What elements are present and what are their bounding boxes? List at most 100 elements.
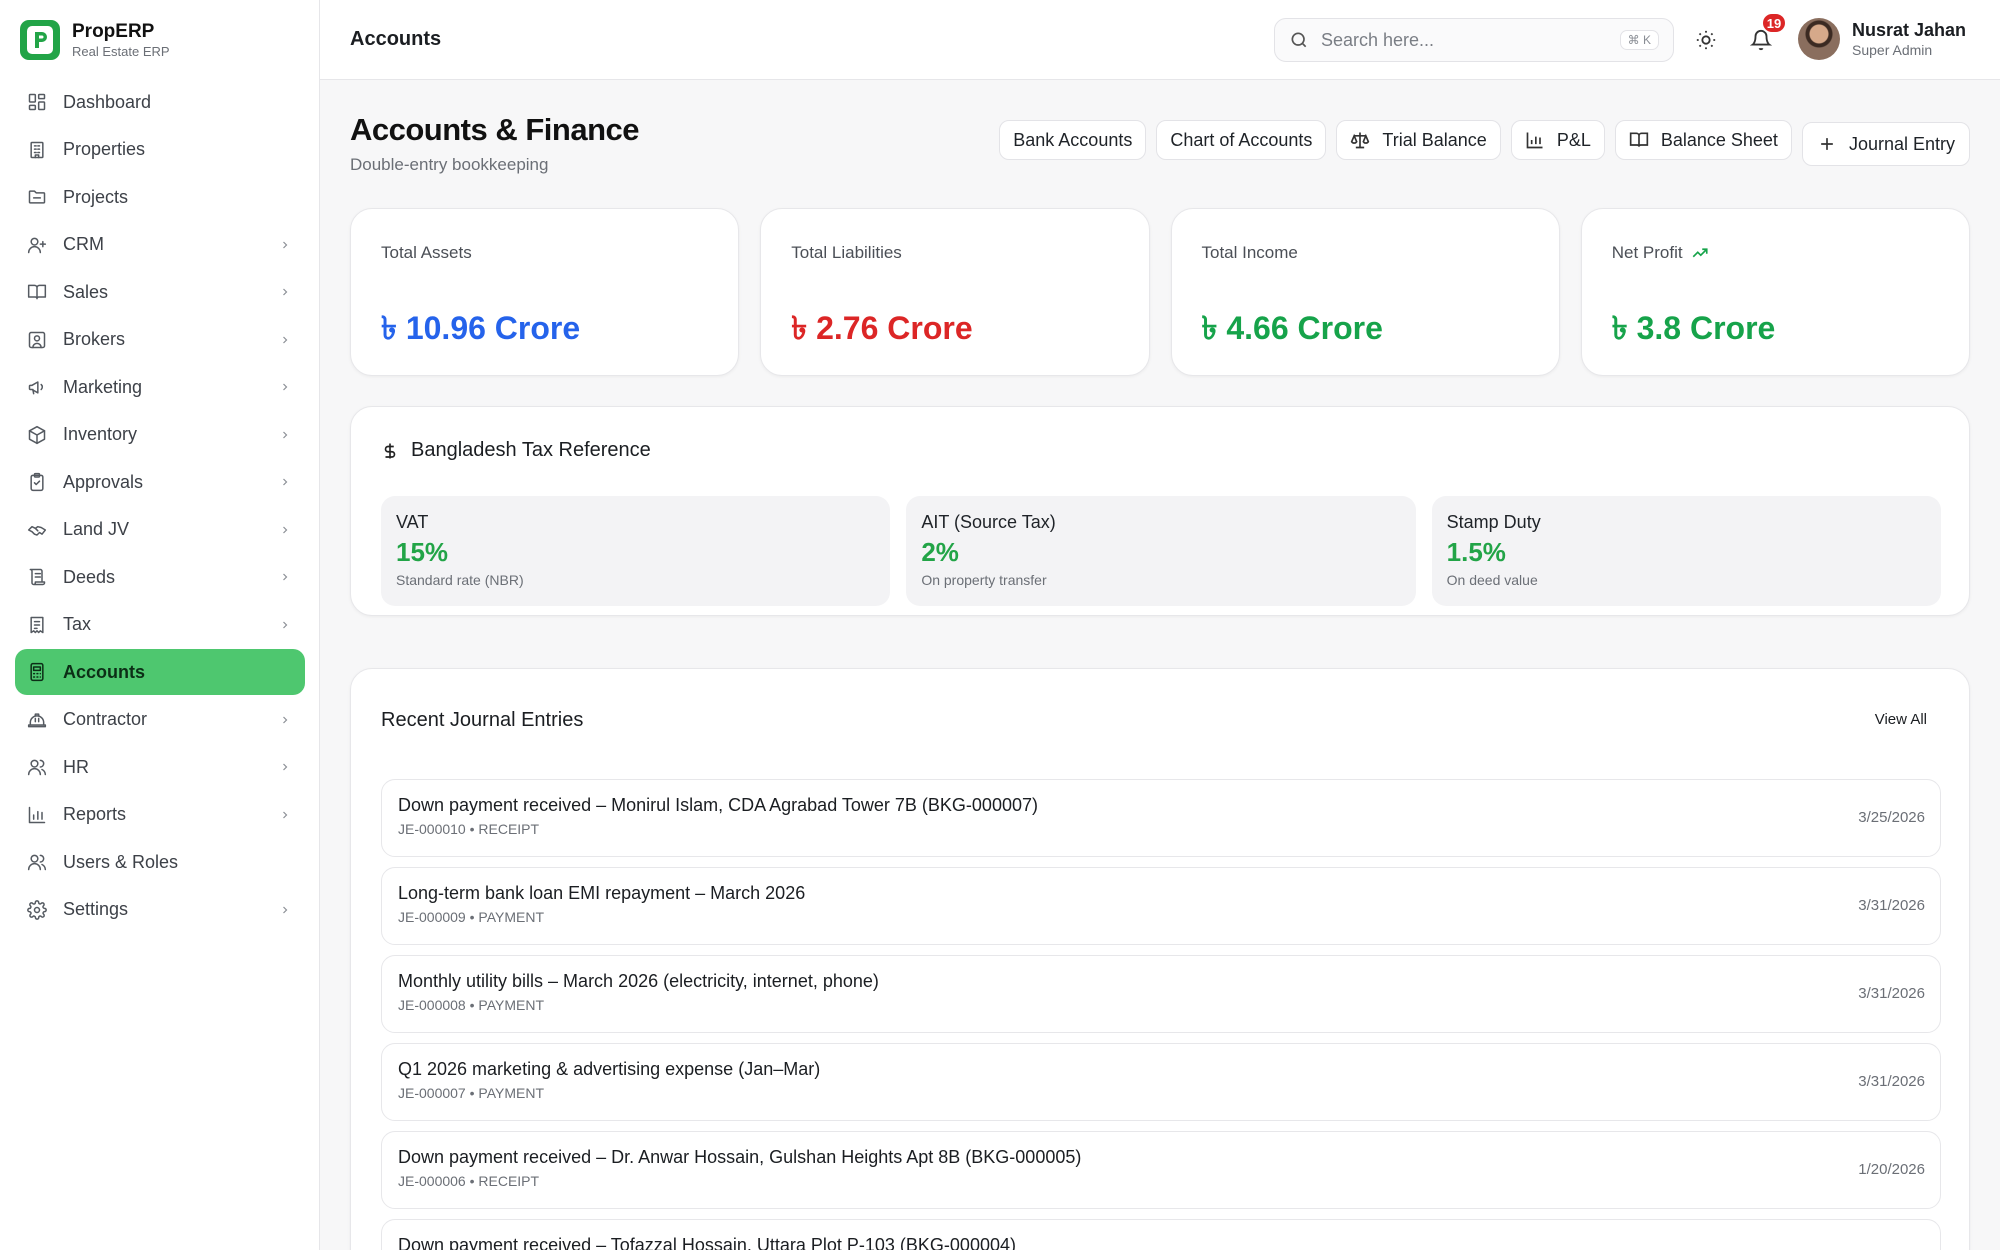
journal-date: 3/31/2026: [1858, 897, 1925, 914]
notifications-button[interactable]: 19: [1745, 12, 1787, 56]
sidebar-item-projects[interactable]: Projects: [15, 174, 305, 220]
journal-row[interactable]: Down payment received – Tofazzal Hossain…: [381, 1219, 1941, 1250]
sidebar-item-sales[interactable]: Sales: [15, 269, 305, 315]
journal-description: Down payment received – Tofazzal Hossain…: [398, 1235, 1016, 1250]
sidebar-item-inventory[interactable]: Inventory: [15, 412, 305, 458]
tax-reference-card: Bangladesh Tax Reference VAT 15% Standar…: [350, 406, 1970, 616]
stat-value: ৳ 2.76 Crore: [791, 310, 973, 346]
tax-reference-title: Bangladesh Tax Reference: [411, 439, 651, 461]
handshake-icon: [27, 520, 47, 540]
hardhat-icon: [27, 710, 47, 730]
topbar: Accounts ⌘ K 19 Nusrat Jahan Super Admin: [320, 0, 2000, 80]
sidebar-item-properties[interactable]: Properties: [15, 127, 305, 173]
tax-rate: 15%: [396, 537, 449, 567]
journal-description: Down payment received – Dr. Anwar Hossai…: [398, 1147, 1082, 1167]
sidebar-item-label: Approvals: [63, 471, 144, 492]
sidebar-item-crm[interactable]: CRM: [15, 222, 305, 268]
chevron-right-icon: [283, 336, 288, 343]
calculator-icon: [27, 662, 47, 682]
stat-value: ৳ 4.66 Crore: [1201, 310, 1383, 346]
bank-accounts-button[interactable]: Bank Accounts: [999, 120, 1147, 160]
brand-logo: [20, 20, 60, 60]
users-icon: [27, 757, 47, 777]
sidebar-item-brokers[interactable]: Brokers: [15, 317, 305, 363]
clipboard-icon: [27, 472, 47, 492]
sidebar-item-users-roles[interactable]: Users & Roles: [15, 839, 305, 885]
chevron-right-icon: [283, 288, 288, 296]
search-input[interactable]: [1321, 29, 1620, 51]
sidebar-item-reports[interactable]: Reports: [15, 792, 305, 838]
trial-balance-button[interactable]: Trial Balance: [1336, 120, 1501, 160]
journal-date: 3/31/2026: [1858, 1073, 1925, 1090]
user-menu[interactable]: Nusrat Jahan Super Admin: [1798, 18, 1966, 60]
sidebar-item-accounts[interactable]: Accounts: [15, 649, 305, 695]
journal-row[interactable]: Down payment received – Dr. Anwar Hossai…: [381, 1131, 1941, 1209]
page-subtitle: Double-entry bookkeeping: [350, 155, 549, 174]
sidebar-item-dashboard[interactable]: Dashboard: [15, 79, 305, 125]
view-all-link[interactable]: View All: [1875, 711, 1927, 728]
journal-entry-button[interactable]: Journal Entry: [1801, 122, 1970, 166]
journal-row[interactable]: Q1 2026 marketing & advertising expense …: [381, 1043, 1941, 1121]
journal-date: 1/20/2026: [1858, 1161, 1925, 1178]
sidebar-item-settings[interactable]: Settings: [15, 887, 305, 933]
brand-name: PropERP: [72, 20, 155, 42]
search-box[interactable]: ⌘ K: [1274, 18, 1674, 62]
notification-badge: 19: [1761, 12, 1787, 34]
chevron-right-icon: [283, 526, 288, 533]
trending-up-icon: [1692, 248, 1708, 258]
journal-entry-label: Journal Entry: [1848, 133, 1955, 154]
scale-icon: [1351, 132, 1370, 149]
theme-toggle-button[interactable]: [1690, 24, 1722, 56]
building-icon: [27, 140, 47, 160]
sidebar-item-deeds[interactable]: Deeds: [15, 554, 305, 600]
balance-sheet-button[interactable]: Balance Sheet: [1614, 120, 1792, 160]
journal-row[interactable]: Long-term bank loan EMI repayment – Marc…: [381, 867, 1941, 945]
chevron-right-icon: [283, 716, 288, 723]
search-shortcut: ⌘ K: [1619, 30, 1659, 50]
journal-meta: JE-000006 • RECEIPT: [398, 1173, 540, 1189]
sidebar-item-marketing[interactable]: Marketing: [15, 364, 305, 410]
tax-item-ait: AIT (Source Tax) 2% On property transfer: [906, 496, 1416, 606]
journal-meta: JE-000009 • PAYMENT: [398, 909, 544, 925]
package-icon: [27, 425, 47, 445]
chevron-right-icon: [283, 621, 288, 628]
sidebar-item-approvals[interactable]: Approvals: [15, 459, 305, 505]
chevron-right-icon: [283, 906, 288, 913]
scroll-icon: [27, 567, 47, 587]
journal-description: Monthly utility bills – March 2026 (elec…: [398, 971, 879, 991]
chart-of-accounts-button[interactable]: Chart of Accounts: [1156, 120, 1327, 160]
recent-journal-card: Recent Journal Entries View All Down pay…: [350, 668, 1970, 1250]
sidebar-item-label: Deeds: [63, 566, 116, 587]
brand-subtitle: Real Estate ERP: [72, 43, 170, 59]
journal-description: Long-term bank loan EMI repayment – Marc…: [398, 883, 806, 903]
sidebar-item-label: HR: [63, 756, 89, 777]
sidebar-item-hr[interactable]: HR: [15, 744, 305, 790]
stat-label: Net Profit: [1611, 243, 1683, 262]
sidebar-item-tax[interactable]: Tax: [15, 602, 305, 648]
chevron-right-icon: [283, 573, 288, 581]
sidebar-item-label: Reports: [63, 804, 127, 824]
avatar: [1798, 18, 1840, 60]
journal-row[interactable]: Down payment received – Monirul Islam, C…: [381, 779, 1941, 857]
dollar-icon: [384, 443, 396, 458]
stat-value: ৳ 10.96 Crore: [381, 310, 581, 346]
pnl-button[interactable]: P&L: [1510, 120, 1605, 160]
stat-value: ৳ 3.8 Crore: [1611, 310, 1776, 346]
pnl-label: P&L: [1556, 129, 1591, 150]
stat-card-total-income: Total Income ৳ 4.66 Crore: [1170, 208, 1560, 376]
book-open-icon: [1629, 132, 1649, 147]
tax-name: AIT (Source Tax): [921, 512, 1056, 532]
stat-card-net-profit: Net Profit ৳ 3.8 Crore: [1580, 208, 1970, 376]
sidebar-item-land-jv[interactable]: Land JV: [15, 507, 305, 553]
tax-name: VAT: [396, 512, 429, 532]
balance-sheet-label: Balance Sheet: [1660, 129, 1778, 150]
chevron-right-icon: [283, 241, 288, 248]
sun-icon: [1696, 30, 1716, 50]
sidebar-item-label: Properties: [63, 139, 146, 159]
sidebar-item-label: Dashboard: [63, 91, 152, 112]
brand[interactable]: PropERP Real Estate ERP: [20, 20, 170, 60]
stat-card-total-liabilities: Total Liabilities ৳ 2.76 Crore: [760, 208, 1150, 376]
sidebar-item-contractor[interactable]: Contractor: [15, 697, 305, 743]
sidebar-item-label: CRM: [63, 234, 104, 254]
journal-row[interactable]: Monthly utility bills – March 2026 (elec…: [381, 955, 1941, 1033]
